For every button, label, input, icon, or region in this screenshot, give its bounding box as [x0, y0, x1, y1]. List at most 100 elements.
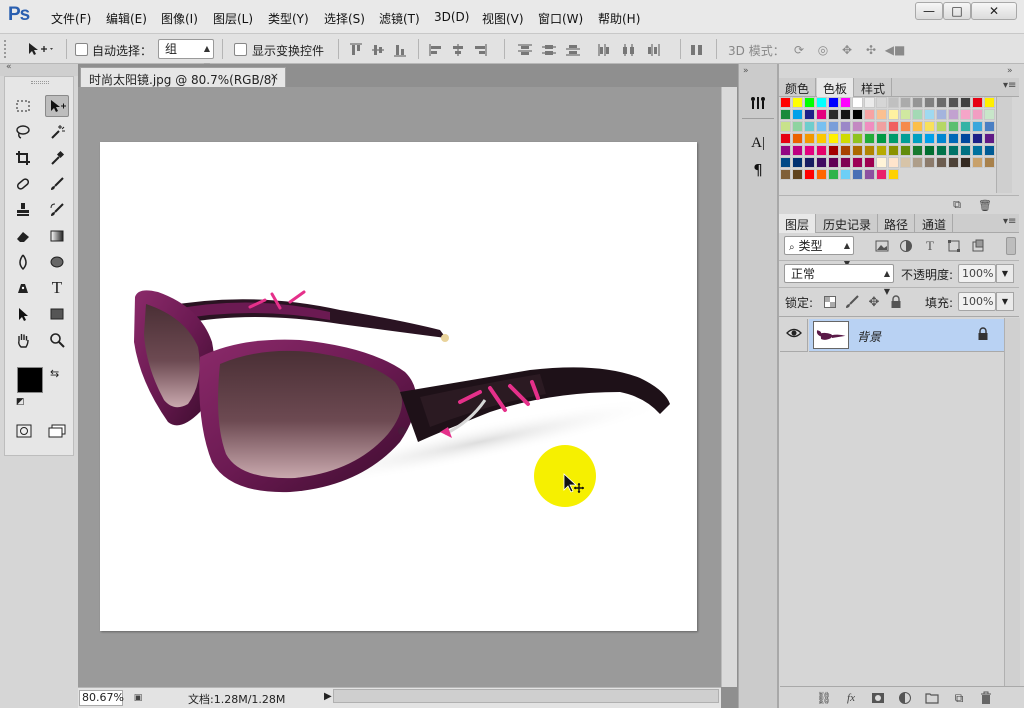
quick-mask-icon[interactable] [13, 421, 35, 441]
3d-roll-icon[interactable]: ◎ [814, 42, 832, 58]
layer-filter-dropdown[interactable]: ⌕ 类型 ▲▼ [784, 236, 854, 268]
color-swatch[interactable] [948, 109, 959, 120]
color-swatch[interactable] [840, 121, 851, 132]
color-swatch[interactable] [936, 133, 947, 144]
color-swatch[interactable] [984, 109, 995, 120]
blend-mode-dropdown[interactable]: 正常 ▲ ▼ [784, 264, 894, 296]
color-swatch[interactable] [948, 97, 959, 108]
minimize-button[interactable]: — [915, 2, 943, 20]
distribute-left-icon[interactable] [596, 42, 614, 58]
eraser-tool-icon[interactable] [11, 225, 35, 247]
color-swatch[interactable] [804, 169, 815, 180]
brush-tool-icon[interactable] [45, 173, 69, 195]
color-swatch[interactable] [972, 109, 983, 120]
color-swatch[interactable] [936, 145, 947, 156]
delete-swatch-icon[interactable]: 🗑 [977, 198, 993, 212]
color-swatch[interactable] [816, 133, 827, 144]
color-swatch[interactable] [840, 109, 851, 120]
menu-type[interactable]: 类型(Y) [268, 10, 309, 27]
new-swatch-icon[interactable]: ⧉ [949, 198, 965, 212]
color-swatch[interactable] [828, 157, 839, 168]
color-swatch[interactable] [780, 121, 791, 132]
color-swatch[interactable] [828, 121, 839, 132]
color-swatch[interactable] [924, 133, 935, 144]
visibility-cell[interactable] [780, 319, 808, 352]
color-swatch[interactable] [936, 109, 947, 120]
color-swatch[interactable] [792, 157, 803, 168]
move-tool-preset-icon[interactable] [22, 40, 58, 58]
color-swatch[interactable] [900, 133, 911, 144]
color-swatch[interactable] [876, 97, 887, 108]
color-swatch[interactable] [972, 121, 983, 132]
lock-transparent-icon[interactable] [822, 294, 838, 310]
color-swatch[interactable] [912, 133, 923, 144]
color-swatch[interactable] [888, 109, 899, 120]
layer-name[interactable]: 背景 [857, 328, 881, 345]
color-swatch[interactable] [804, 133, 815, 144]
3d-pan-icon[interactable]: ✥ [838, 42, 856, 58]
menu-help[interactable]: 帮助(H) [598, 10, 640, 27]
color-swatch[interactable] [876, 157, 887, 168]
color-swatch[interactable] [948, 157, 959, 168]
color-swatch[interactable] [924, 157, 935, 168]
color-swatch[interactable] [936, 157, 947, 168]
color-swatch[interactable] [816, 169, 827, 180]
delete-layer-icon[interactable] [978, 690, 994, 706]
color-swatch[interactable] [852, 109, 863, 120]
filter-type-icon[interactable]: T [922, 238, 938, 254]
collapse-icon[interactable]: « [6, 62, 12, 72]
color-swatch[interactable] [792, 109, 803, 120]
color-swatch[interactable] [936, 97, 947, 108]
color-swatch[interactable] [780, 97, 791, 108]
collapse-right-dock-icon[interactable]: » [1007, 66, 1013, 76]
expand-dock-icon[interactable]: » [743, 66, 749, 76]
menu-image[interactable]: 图像(I) [161, 10, 198, 27]
color-swatch[interactable] [888, 97, 899, 108]
color-swatch[interactable] [900, 145, 911, 156]
tab-styles[interactable]: 样式 [855, 78, 893, 97]
align-left-icon[interactable] [428, 42, 444, 58]
color-swatch[interactable] [804, 145, 815, 156]
distribute-hcenter-icon[interactable] [620, 42, 638, 58]
color-swatch[interactable] [972, 145, 983, 156]
color-swatch[interactable] [852, 121, 863, 132]
opacity-dropdown-arrow-icon[interactable]: ▼ [996, 264, 1014, 283]
auto-select-checkbox[interactable] [75, 43, 88, 56]
color-swatch[interactable] [924, 145, 935, 156]
document-canvas[interactable] [100, 142, 697, 631]
color-swatch[interactable] [864, 97, 875, 108]
3d-rotate-icon[interactable]: ⟳ [790, 42, 808, 58]
menu-view[interactable]: 视图(V) [482, 10, 524, 27]
toolbox-header[interactable]: « [0, 62, 78, 76]
color-swatch[interactable] [972, 97, 983, 108]
color-swatch[interactable] [960, 97, 971, 108]
3d-slide-icon[interactable]: ✣ [862, 42, 880, 58]
color-swatch[interactable] [816, 97, 827, 108]
color-swatch[interactable] [816, 157, 827, 168]
tab-history[interactable]: 历史记录 [817, 214, 879, 233]
color-swatch[interactable] [888, 169, 899, 180]
zoom-tool-icon[interactable] [45, 329, 69, 351]
color-swatch[interactable] [840, 97, 851, 108]
color-swatch[interactable] [912, 145, 923, 156]
color-swatch[interactable] [840, 133, 851, 144]
color-swatch[interactable] [852, 97, 863, 108]
menu-edit[interactable]: 编辑(E) [106, 10, 147, 27]
eye-icon[interactable] [786, 327, 802, 342]
color-swatch[interactable] [876, 121, 887, 132]
distribute-right-icon[interactable] [644, 42, 662, 58]
color-swatch[interactable] [912, 97, 923, 108]
blur-tool-icon[interactable] [11, 251, 35, 273]
color-swatch[interactable] [780, 133, 791, 144]
color-swatch[interactable] [864, 133, 875, 144]
filter-adjustment-icon[interactable] [898, 238, 914, 254]
color-swatch[interactable] [840, 145, 851, 156]
menu-window[interactable]: 窗口(W) [538, 10, 583, 27]
character-panel-icon[interactable]: A| [742, 131, 774, 155]
type-tool-icon[interactable]: T [45, 277, 69, 299]
color-swatch[interactable] [804, 121, 815, 132]
marquee-tool-icon[interactable] [11, 95, 35, 117]
dodge-tool-icon[interactable] [45, 251, 69, 273]
move-tool-icon[interactable] [45, 95, 69, 117]
color-swatch[interactable] [924, 121, 935, 132]
